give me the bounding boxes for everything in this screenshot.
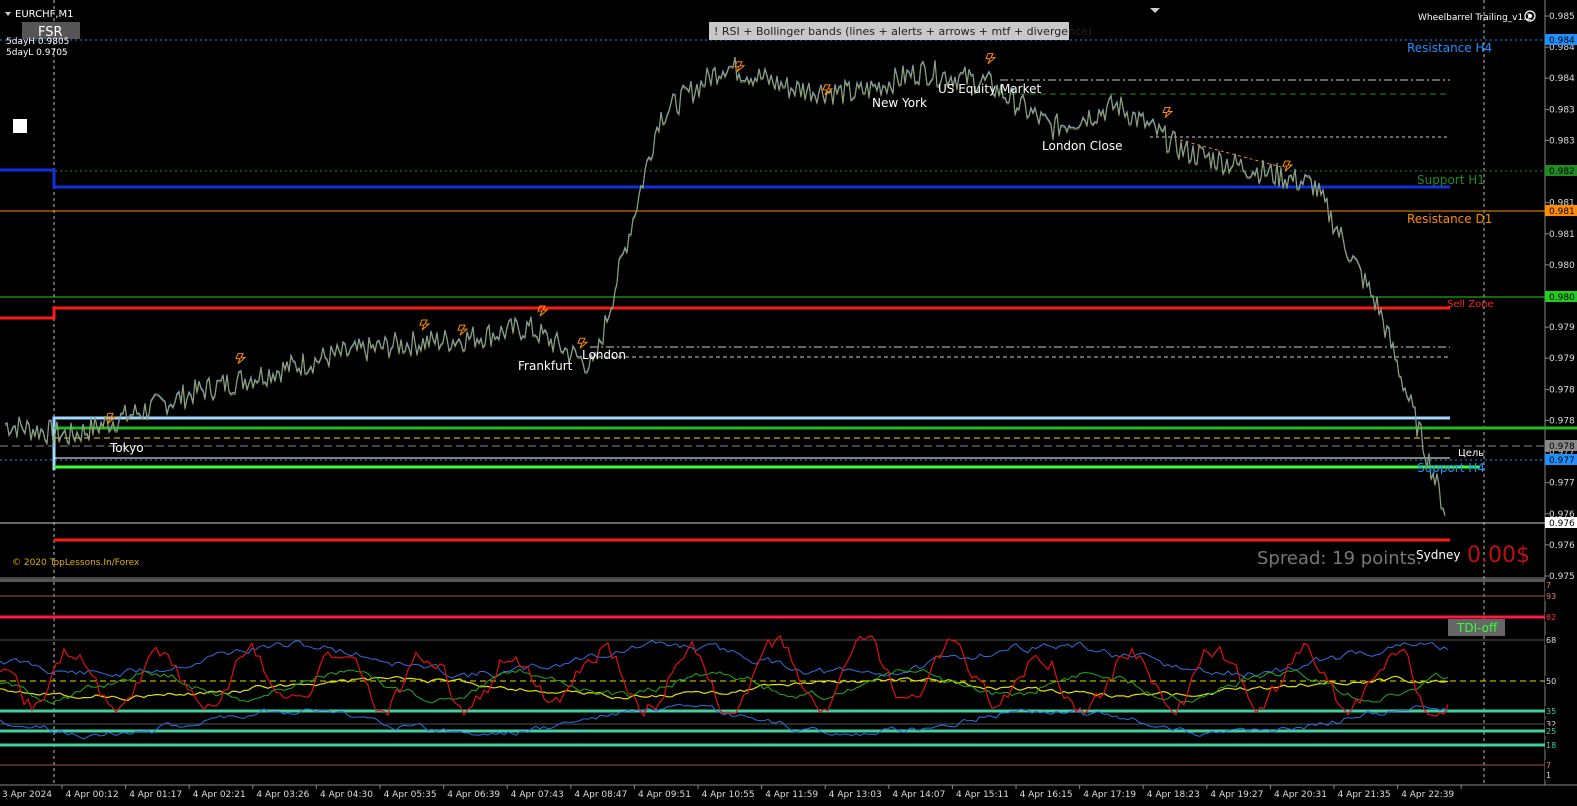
time-tick-label: 4 Apr 17:19: [1083, 790, 1136, 800]
price-tick-label: 0.978: [1549, 416, 1575, 426]
time-tick-label: 4 Apr 01:17: [129, 790, 182, 800]
time-tick-label: 4 Apr 13:03: [829, 790, 882, 800]
indicator-banner-text: ! RSI + Bollinger bands (lines + alerts …: [714, 25, 1092, 38]
session-label: US Equity Market: [938, 82, 1042, 96]
session-label: New York: [872, 96, 927, 110]
time-tick-label: 4 Apr 19:27: [1210, 790, 1263, 800]
time-tick-label: 4 Apr 03:26: [256, 790, 309, 800]
time-tick-label: 3 Apr 2024: [2, 790, 52, 800]
sub-axis-label: 35: [1546, 707, 1556, 716]
price-tag-label: 0.981: [1549, 207, 1575, 217]
time-tick-label: 4 Apr 02:21: [193, 790, 246, 800]
session-label: Tokyo: [109, 441, 144, 455]
sub-axis-label: 7: [1546, 761, 1551, 770]
level-label: Sell Zone: [1447, 299, 1494, 310]
price-tick-label: 0.978: [1549, 385, 1575, 395]
session-label: London Close: [1042, 139, 1123, 153]
splitter-handle[interactable]: [0, 579, 1545, 582]
sub-axis-label: 25: [1546, 727, 1556, 736]
price-tick-label: 0.979: [1549, 354, 1575, 364]
time-tick-label: 4 Apr 22:39: [1401, 790, 1454, 800]
time-tick-label: 4 Apr 18:23: [1147, 790, 1200, 800]
tdi-off-label: TDI-off: [1456, 621, 1498, 635]
time-tick-label: 4 Apr 10:55: [702, 790, 755, 800]
price-tick-label: 0.977: [1549, 479, 1575, 489]
price-tick-label: 0.984: [1549, 74, 1575, 84]
price-tick-label: 0.983: [1549, 105, 1575, 115]
checkbox[interactable]: [13, 119, 27, 133]
level-label: Support H4: [1417, 461, 1485, 475]
sub-axis-label: 7: [1546, 581, 1551, 590]
gear-icon-center: [1528, 14, 1532, 18]
time-tick-label: 4 Apr 16:15: [1020, 790, 1073, 800]
sub-axis-label: 50: [1546, 677, 1556, 686]
price-tick-label: 0.979: [1549, 323, 1575, 333]
price-tick-label: 0.983: [1549, 136, 1575, 146]
time-tick-label: 4 Apr 09:51: [638, 790, 691, 800]
level-label: Support H1: [1417, 173, 1485, 187]
session-label: Frankfurt: [518, 359, 573, 373]
pnl-text: 0.00$: [1467, 543, 1530, 568]
time-tick-label: 4 Apr 08:47: [574, 790, 627, 800]
time-tick-label: 4 Apr 07:43: [511, 790, 564, 800]
price-tick-label: 0.985: [1549, 12, 1575, 22]
sub-axis-label: 93: [1546, 592, 1556, 601]
symbol-title: EURCHF,M1: [15, 9, 74, 20]
time-tick-label: 4 Apr 21:35: [1338, 790, 1391, 800]
symbol-header[interactable]: EURCHF,M1: [5, 9, 74, 20]
level-label: Resistance H4: [1407, 41, 1492, 55]
level-label: Цель: [1458, 448, 1484, 459]
price-tag-label: 0.977: [1549, 456, 1575, 466]
price-tag-label: 0.976: [1549, 519, 1575, 529]
ea-title: Wheelbarrel Trailing_v1.2: [1418, 13, 1532, 23]
sub-axis-label: 68: [1546, 636, 1556, 645]
five-day-low: 5dayL 0.9705: [6, 48, 68, 58]
price-tick-label: 0.980: [1549, 261, 1575, 271]
time-tick-label: 4 Apr 04:30: [320, 790, 373, 800]
sub-axis-label: 18: [1546, 741, 1556, 750]
price-tag-label: 0.980: [1549, 293, 1575, 303]
session-label: London: [582, 348, 626, 362]
spread-text: Spread: 19 points.: [1257, 548, 1422, 569]
price-tag-label: 0.984: [1549, 36, 1575, 46]
time-tick-label: 4 Apr 00:12: [66, 790, 119, 800]
sub-axis-label: 82: [1546, 613, 1556, 622]
session-label: Sydney: [1416, 548, 1460, 562]
chart-canvas[interactable]: Tokyo Frankfurt London New York US Equity Ma…: [0, 0, 1577, 802]
time-tick-label: 4 Apr 11:59: [765, 790, 818, 800]
five-day-high: 5dayH 0.9805: [6, 37, 69, 47]
time-tick-label: 4 Apr 14:07: [892, 790, 945, 800]
trading-terminal: Tokyo Frankfurt London New York US Equity Ma…: [0, 0, 1577, 802]
price-tick-label: 0.981: [1549, 230, 1575, 240]
time-tick-label: 4 Apr 15:11: [956, 790, 1009, 800]
price-tag-label: 0.978: [1549, 442, 1575, 452]
price-tag-label: 0.982: [1549, 167, 1575, 177]
level-label: Resistance D1: [1407, 212, 1492, 226]
time-tick-label: 4 Apr 05:35: [384, 790, 437, 800]
time-tick-label: 4 Apr 06:39: [447, 790, 500, 800]
copyright-text: © 2020 TopLessons.In/Forex: [12, 558, 140, 568]
sub-axis-label: 1: [1546, 771, 1551, 780]
time-tick-label: 4 Apr 20:31: [1274, 790, 1327, 800]
price-tick-label: 0.976: [1549, 541, 1575, 551]
